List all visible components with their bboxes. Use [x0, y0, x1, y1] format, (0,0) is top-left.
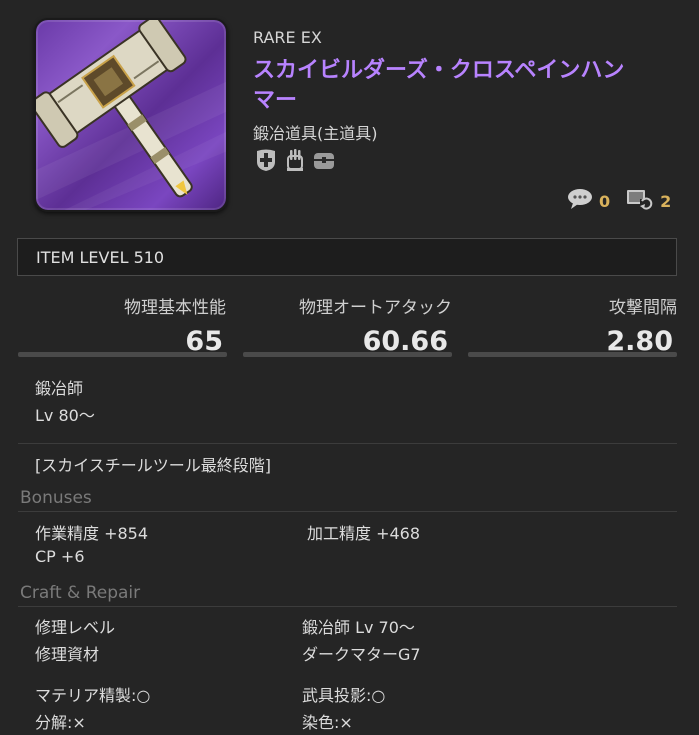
- divider: [18, 443, 677, 444]
- comment-count: 0: [599, 191, 611, 211]
- divider: [18, 606, 677, 607]
- repair-material-label: 修理資材: [35, 645, 100, 664]
- bonus-control: 加工精度 +468: [307, 524, 421, 543]
- counters: 0 2: [567, 187, 671, 215]
- stat-label-auto-attack: 物理オートアタック: [299, 298, 452, 318]
- repair-level-value: 鍛冶師 Lv 70〜: [302, 618, 415, 637]
- class-job-name: 鍛冶師: [35, 379, 84, 398]
- item-type: 鍛冶道具(主道具): [253, 124, 378, 143]
- sync-icon[interactable]: [626, 187, 654, 215]
- section-craft-repair-heading: Craft & Repair: [20, 583, 141, 603]
- repair-cross-icon: [255, 148, 277, 172]
- type-icons: [255, 148, 335, 172]
- stat-label-delay: 攻撃間隔: [609, 298, 677, 318]
- bonus-cp: CP +6: [35, 547, 85, 566]
- materia-meld: マテリア精製:○: [35, 686, 151, 705]
- comment-icon[interactable]: [567, 188, 593, 214]
- repair-material-value[interactable]: ダークマターG7: [302, 641, 421, 665]
- sync-count: 2: [660, 191, 672, 211]
- chest-icon: [313, 148, 335, 172]
- section-bonuses-heading: Bonuses: [20, 488, 92, 508]
- stat-bar-auto-attack: [243, 352, 452, 357]
- item-rarity: RARE EX: [253, 28, 322, 47]
- divider: [18, 511, 677, 512]
- bonus-craftsmanship: 作業精度 +854: [35, 524, 149, 543]
- glamour: 武具投影:○: [302, 686, 386, 705]
- stat-label-physical-damage: 物理基本性能: [124, 298, 226, 318]
- hand-icon: [284, 148, 306, 172]
- desynth: 分解:×: [35, 713, 86, 732]
- hammer-icon: [36, 20, 226, 210]
- item-icon: [34, 18, 228, 212]
- item-series: [スカイスチールツール最終段階]: [35, 456, 272, 475]
- required-level: Lv 80〜: [35, 406, 95, 425]
- stat-bar-delay: [468, 352, 677, 357]
- stat-bar-physical-damage: [18, 352, 227, 357]
- dye: 染色:×: [302, 713, 353, 732]
- item-name[interactable]: スカイビルダーズ・クロスペインハンマー: [253, 56, 633, 116]
- repair-level-label: 修理レベル: [35, 618, 116, 637]
- item-level: ITEM LEVEL 510: [17, 238, 677, 276]
